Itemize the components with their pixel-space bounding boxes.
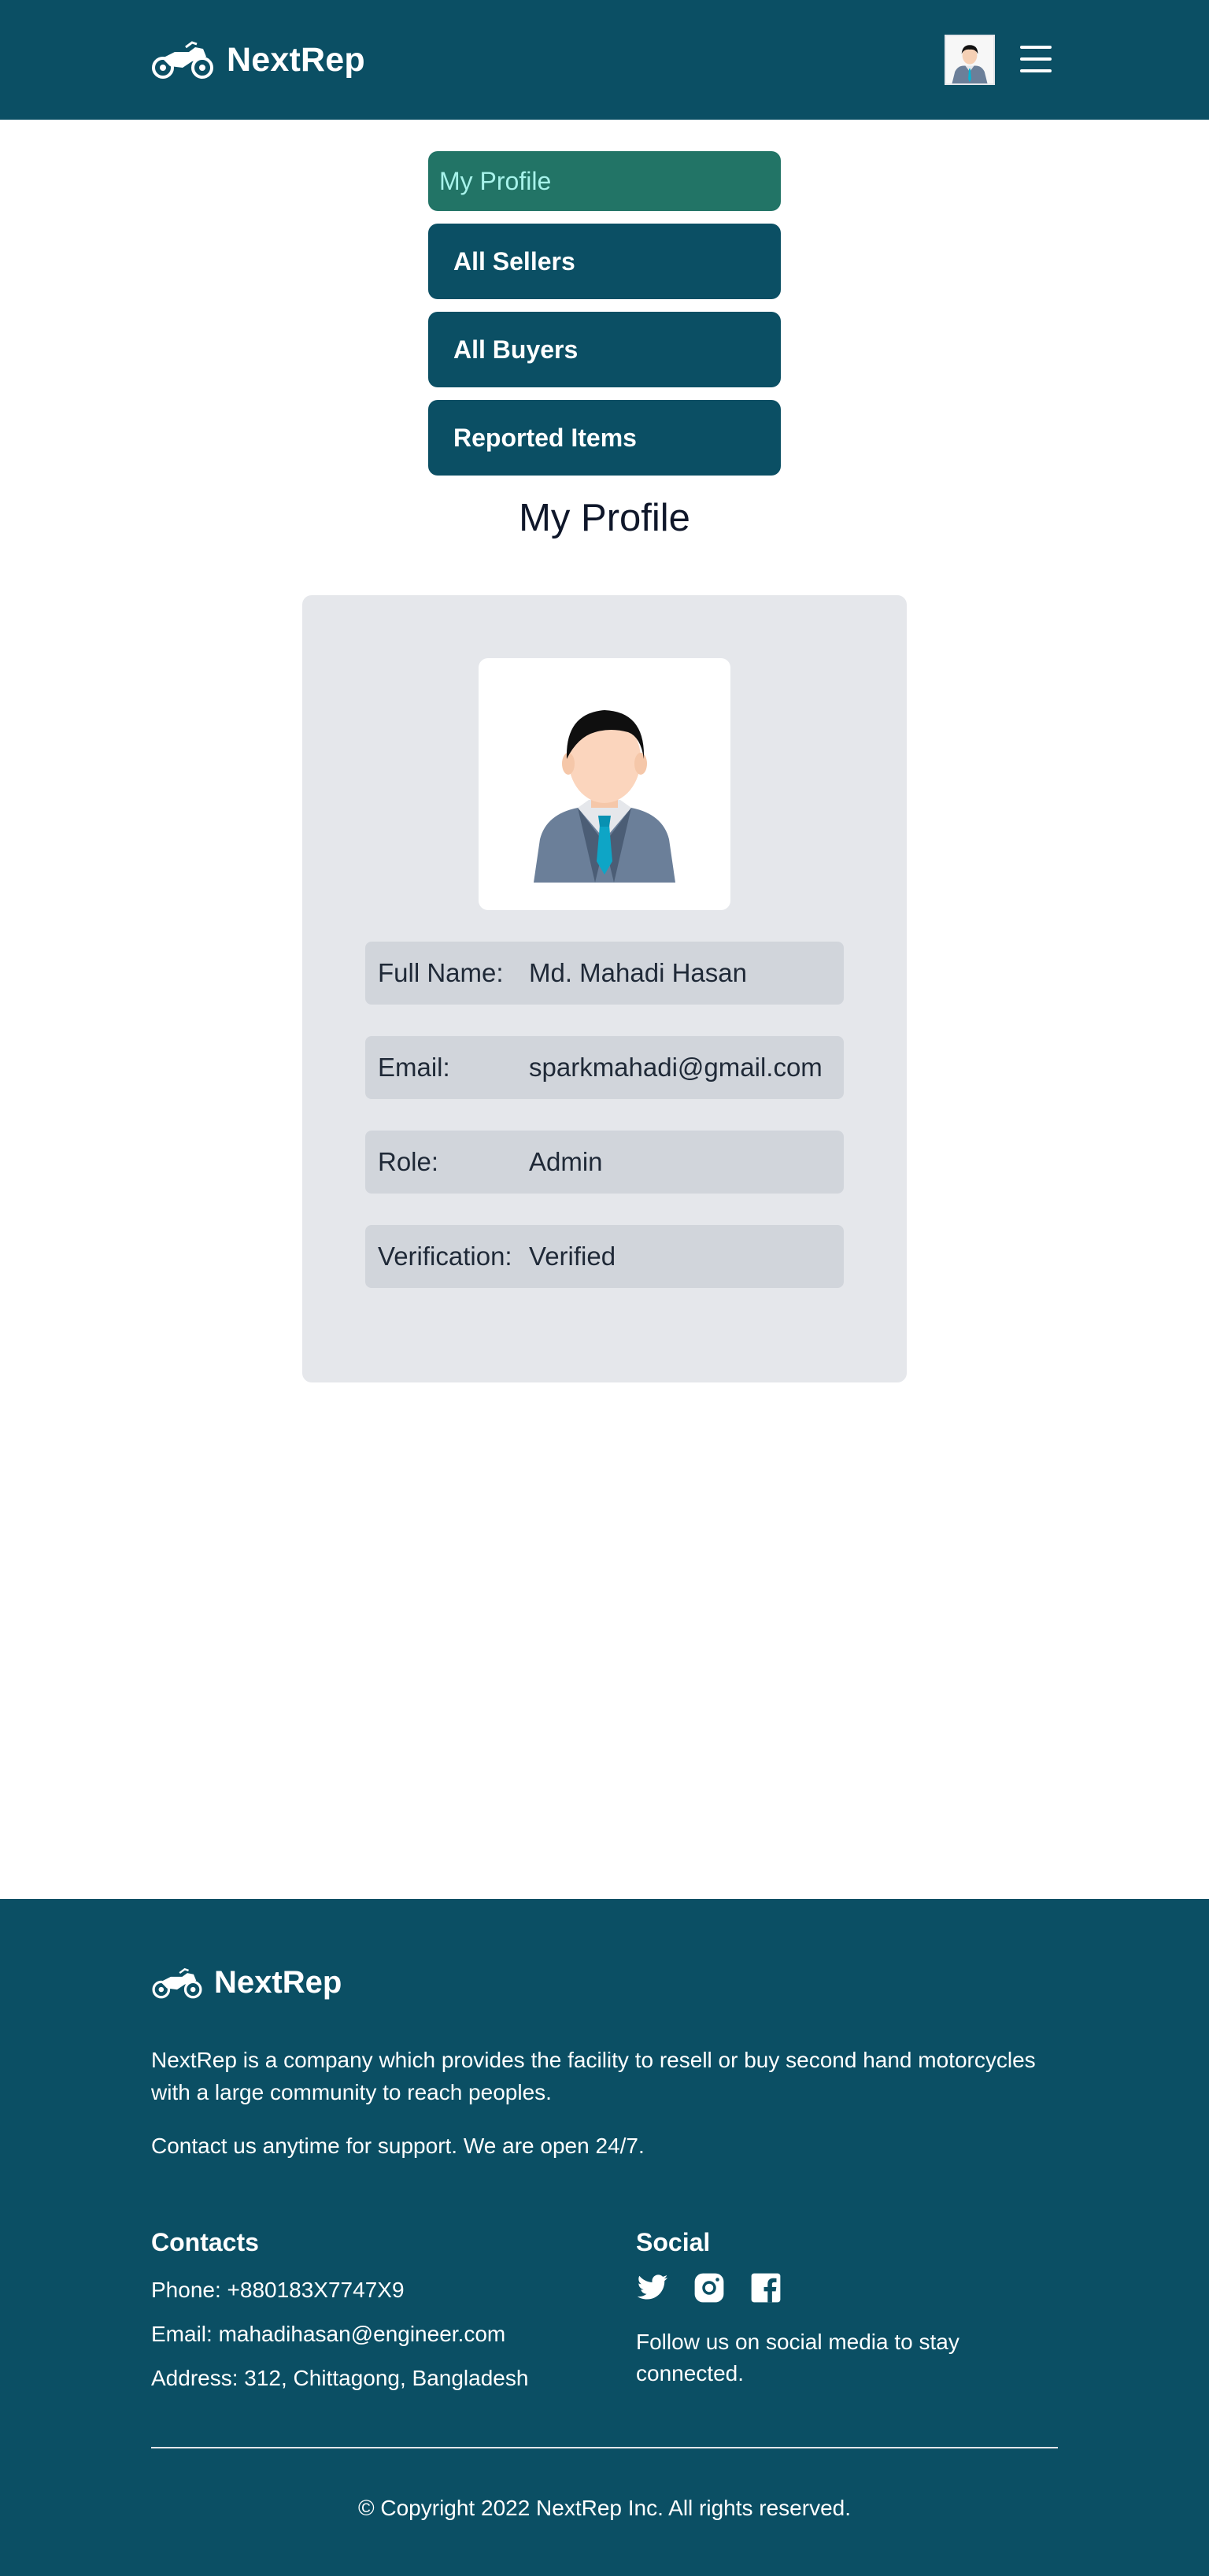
motorcycle-logo-icon [152, 41, 213, 79]
footer-support-text: Contact us anytime for support. We are o… [151, 2134, 645, 2158]
copyright: © Copyright 2022 NextRep Inc. All rights… [357, 2496, 852, 2520]
contact-address: Address: 312, Chittagong, Bangladesh [151, 2366, 529, 2390]
field-value: sparkmahadi@gmail.com [529, 1053, 823, 1082]
profile-field-verification: Verification: Verified [365, 1225, 844, 1288]
footer-contacts: Contacts Phone: +880183X7747X9 Email: ma… [151, 2228, 528, 2400]
facebook-icon[interactable] [749, 2271, 782, 2304]
avatar[interactable] [945, 35, 995, 85]
motorcycle-logo-icon [152, 1967, 202, 1998]
dashboard-menu: My Profile All Sellers All Buyers Report… [428, 151, 781, 488]
instagram-icon[interactable] [693, 2271, 726, 2304]
user-avatar-icon [946, 36, 993, 83]
brand-name: NextRep [227, 40, 365, 79]
field-label: Full Name: [378, 958, 504, 987]
profile-field-email: Email: sparkmahadi@gmail.com [365, 1036, 844, 1099]
contact-email: Email: mahadihasan@engineer.com [151, 2322, 506, 2346]
menu-item-my-profile[interactable]: My Profile [428, 151, 781, 211]
social-icons [636, 2268, 1030, 2308]
field-value: Admin [529, 1147, 603, 1176]
menu-item-all-buyers[interactable]: All Buyers [428, 312, 781, 387]
user-avatar-icon [534, 710, 675, 883]
page-title: My Profile [519, 497, 690, 539]
footer-description: NextRep is a company which provides the … [151, 2048, 1036, 2104]
profile-photo [479, 658, 730, 910]
footer-brand[interactable]: NextRep [151, 1965, 342, 2000]
contact-phone: Phone: +880183X7747X9 [151, 2278, 405, 2302]
footer: NextRep NextRep is a company which provi… [0, 1899, 1209, 2576]
field-label: Verification: [378, 1242, 512, 1271]
navbar: NextRep [0, 0, 1209, 120]
menu-item-all-sellers[interactable]: All Sellers [428, 224, 781, 299]
twitter-icon[interactable] [636, 2271, 669, 2304]
hamburger-menu-icon[interactable] [1020, 46, 1052, 72]
footer-divider [151, 2447, 1058, 2448]
contacts-title: Contacts [151, 2228, 259, 2256]
social-title: Social [636, 2228, 711, 2256]
field-value: Md. Mahadi Hasan [529, 958, 747, 987]
profile-card: Full Name: Md. Mahadi Hasan Email: spark… [302, 595, 907, 1382]
field-label: Email: [378, 1053, 450, 1082]
footer-brand-name: NextRep [214, 1965, 342, 2000]
profile-field-full-name: Full Name: Md. Mahadi Hasan [365, 942, 844, 1005]
social-follow-text: Follow us on social media to stay connec… [636, 2330, 959, 2385]
menu-item-reported-items[interactable]: Reported Items [428, 400, 781, 476]
footer-social: Social Follow us on social media to stay… [636, 2228, 1030, 2389]
profile-field-role: Role: Admin [365, 1131, 844, 1194]
field-value: Verified [529, 1242, 616, 1271]
brand-link[interactable]: NextRep [151, 36, 365, 83]
field-label: Role: [378, 1147, 439, 1176]
